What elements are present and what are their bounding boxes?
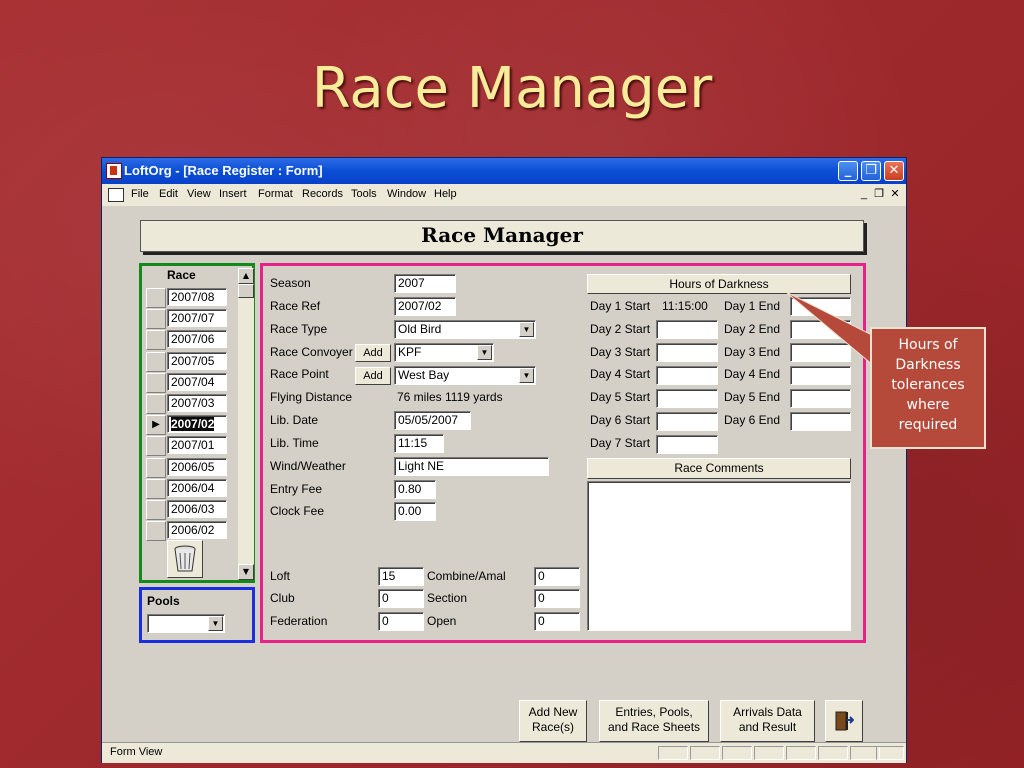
darkness-callout: Hours of Darkness tolerances where requi… [870,327,986,449]
